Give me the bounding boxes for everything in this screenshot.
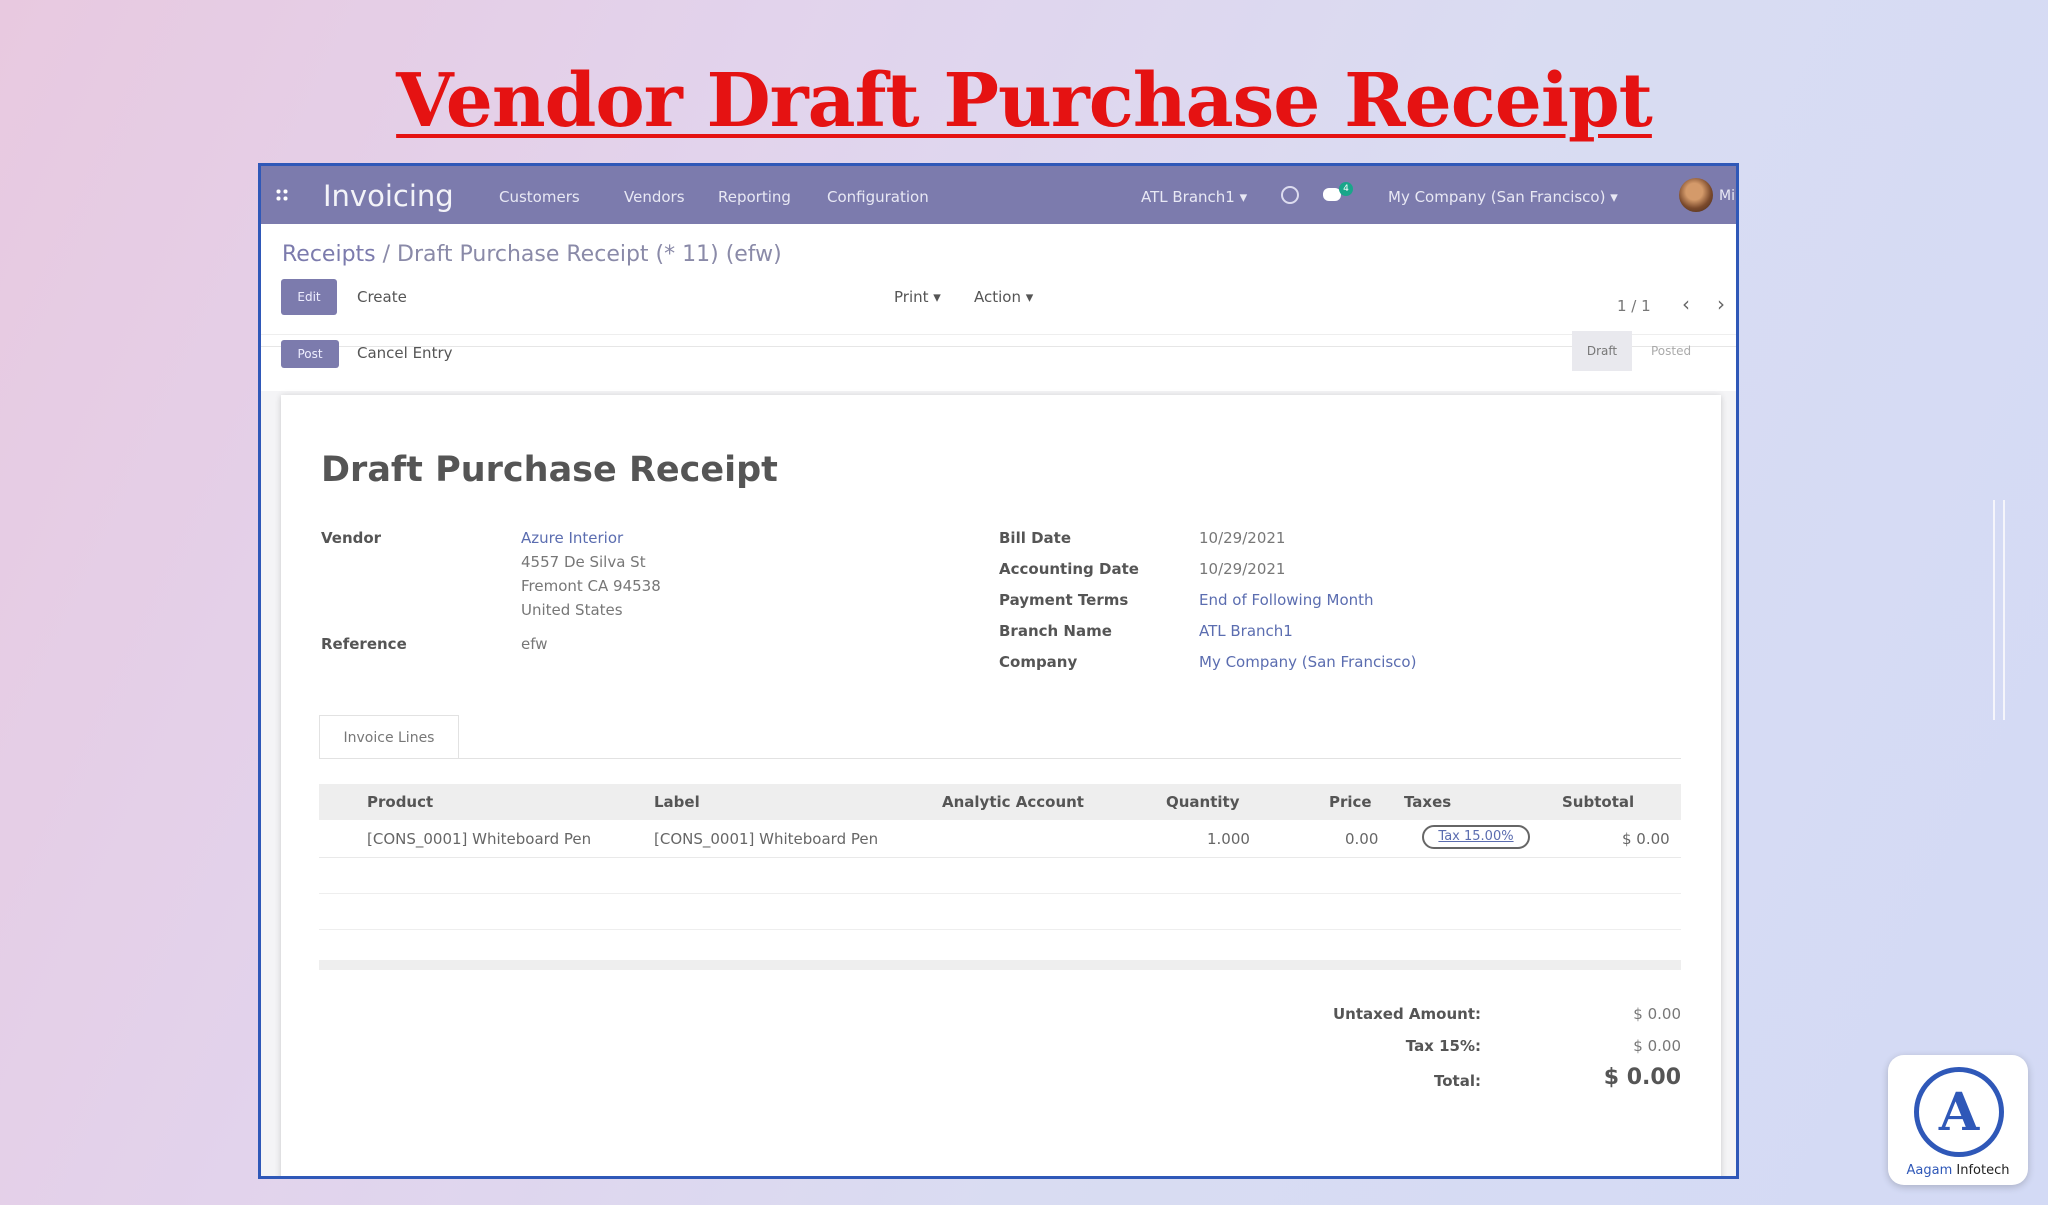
bill-date-label: Bill Date <box>999 529 1071 547</box>
col-taxes[interactable]: Taxes <box>1404 793 1451 811</box>
pager-next-icon[interactable]: › <box>1717 292 1725 316</box>
status-draft: Draft <box>1572 331 1632 371</box>
logo-ring-icon: A <box>1914 1067 2004 1157</box>
company-link[interactable]: My Company (San Francisco) <box>1199 653 1416 671</box>
table-empty-row <box>319 858 1681 894</box>
user-avatar[interactable] <box>1679 178 1713 212</box>
total-value: $ 0.00 <box>1603 1065 1681 1090</box>
nav-vendors[interactable]: Vendors <box>624 188 685 206</box>
breadcrumb-current: Draft Purchase Receipt (* 11) (efw) <box>397 242 782 267</box>
user-name[interactable]: Mi <box>1719 188 1735 204</box>
nav-configuration[interactable]: Configuration <box>827 188 929 206</box>
post-button[interactable]: Post <box>281 340 339 368</box>
vendor-label: Vendor <box>321 529 382 547</box>
action-dropdown[interactable]: Action ▾ <box>974 288 1033 306</box>
logo-name: Aagam Infotech <box>1888 1163 2028 1178</box>
reference-value[interactable]: efw <box>521 635 548 653</box>
branch-name-label: Branch Name <box>999 622 1112 640</box>
create-button[interactable]: Create <box>357 288 407 306</box>
col-subtotal[interactable]: Subtotal <box>1562 793 1634 811</box>
col-price[interactable]: Price <box>1329 793 1372 811</box>
table-row[interactable]: [CONS_0001] Whiteboard Pen [CONS_0001] W… <box>319 820 1681 858</box>
document-title: Draft Purchase Receipt <box>321 450 778 490</box>
total-label: Total: <box>1434 1072 1481 1090</box>
branch-switcher[interactable]: ATL Branch1 ▾ <box>1141 188 1247 206</box>
form-sheet: Draft Purchase Receipt Vendor Azure Inte… <box>281 395 1721 1176</box>
payment-terms-link[interactable]: End of Following Month <box>1199 591 1374 609</box>
vendor-address-line1: 4557 De Silva St <box>521 553 646 571</box>
app-window: Invoicing Customers Vendors Reporting Co… <box>258 163 1739 1179</box>
decorative-line <box>2003 500 2005 720</box>
row-price: 0.00 <box>1345 830 1379 848</box>
row-label: [CONS_0001] Whiteboard Pen <box>654 830 879 848</box>
logo-name-a: Aagam <box>1906 1163 1953 1178</box>
pager-counter[interactable]: 1 / 1 <box>1617 297 1651 315</box>
control-panel: Receipts / Draft Purchase Receipt (* 11)… <box>261 224 1736 371</box>
company-label: Company <box>999 653 1078 671</box>
tax-value: $ 0.00 <box>1633 1037 1681 1055</box>
print-dropdown[interactable]: Print ▾ <box>894 288 941 306</box>
row-quantity: 1.000 <box>1207 830 1250 848</box>
chat-badge: 4 <box>1339 182 1353 196</box>
pager-prev-icon[interactable]: ‹ <box>1682 292 1690 316</box>
edit-button[interactable]: Edit <box>281 279 337 315</box>
nav-reporting[interactable]: Reporting <box>718 188 791 206</box>
untaxed-amount-label: Untaxed Amount: <box>1332 1005 1481 1023</box>
slide-title: Vendor Draft Purchase Receipt <box>396 58 1653 144</box>
nav-customers[interactable]: Customers <box>499 188 580 206</box>
branch-name-link[interactable]: ATL Branch1 <box>1199 622 1293 640</box>
row-product: [CONS_0001] Whiteboard Pen <box>367 830 592 848</box>
col-analytic-account[interactable]: Analytic Account <box>942 793 1084 811</box>
tax-label: Tax 15%: <box>1405 1037 1481 1055</box>
accounting-date-label: Accounting Date <box>999 560 1139 578</box>
tab-invoice-lines[interactable]: Invoice Lines <box>319 715 459 759</box>
row-tax-tag[interactable]: Tax 15.00% <box>1422 825 1530 849</box>
app-name[interactable]: Invoicing <box>323 179 454 213</box>
table-footer <box>319 960 1681 970</box>
accounting-date-value[interactable]: 10/29/2021 <box>1199 560 1285 578</box>
vendor-name-link[interactable]: Azure Interior <box>521 529 623 547</box>
logo-name-b: Infotech <box>1952 1163 2010 1178</box>
breadcrumb-separator: / <box>375 242 398 267</box>
col-quantity[interactable]: Quantity <box>1166 793 1240 811</box>
tab-underline <box>319 758 1681 759</box>
row-subtotal: $ 0.00 <box>1622 830 1670 848</box>
status-divider <box>261 334 1736 335</box>
activity-clock-icon[interactable] <box>1281 186 1299 204</box>
top-navbar: Invoicing Customers Vendors Reporting Co… <box>261 166 1736 224</box>
reference-label: Reference <box>321 635 407 653</box>
vendor-address-line2: Fremont CA 94538 <box>521 577 661 595</box>
lines-table-header: Product Label Analytic Account Quantity … <box>319 784 1681 820</box>
breadcrumb: Receipts / Draft Purchase Receipt (* 11)… <box>282 242 782 267</box>
table-empty-row <box>319 894 1681 930</box>
untaxed-amount-value: $ 0.00 <box>1633 1005 1681 1023</box>
vendor-address-line3: United States <box>521 601 623 619</box>
logo-letter: A <box>1938 1082 1980 1143</box>
bill-date-value[interactable]: 10/29/2021 <box>1199 529 1285 547</box>
cancel-entry-button[interactable]: Cancel Entry <box>357 344 453 362</box>
apps-menu-icon[interactable] <box>275 188 289 202</box>
status-posted: Posted <box>1651 344 1692 358</box>
company-switcher[interactable]: My Company (San Francisco) ▾ <box>1388 188 1618 206</box>
company-logo: A Aagam Infotech <box>1888 1055 2028 1185</box>
col-product[interactable]: Product <box>367 793 433 811</box>
decorative-line <box>1993 500 1995 720</box>
breadcrumb-receipts[interactable]: Receipts <box>282 242 376 267</box>
col-label[interactable]: Label <box>654 793 700 811</box>
payment-terms-label: Payment Terms <box>999 591 1129 609</box>
